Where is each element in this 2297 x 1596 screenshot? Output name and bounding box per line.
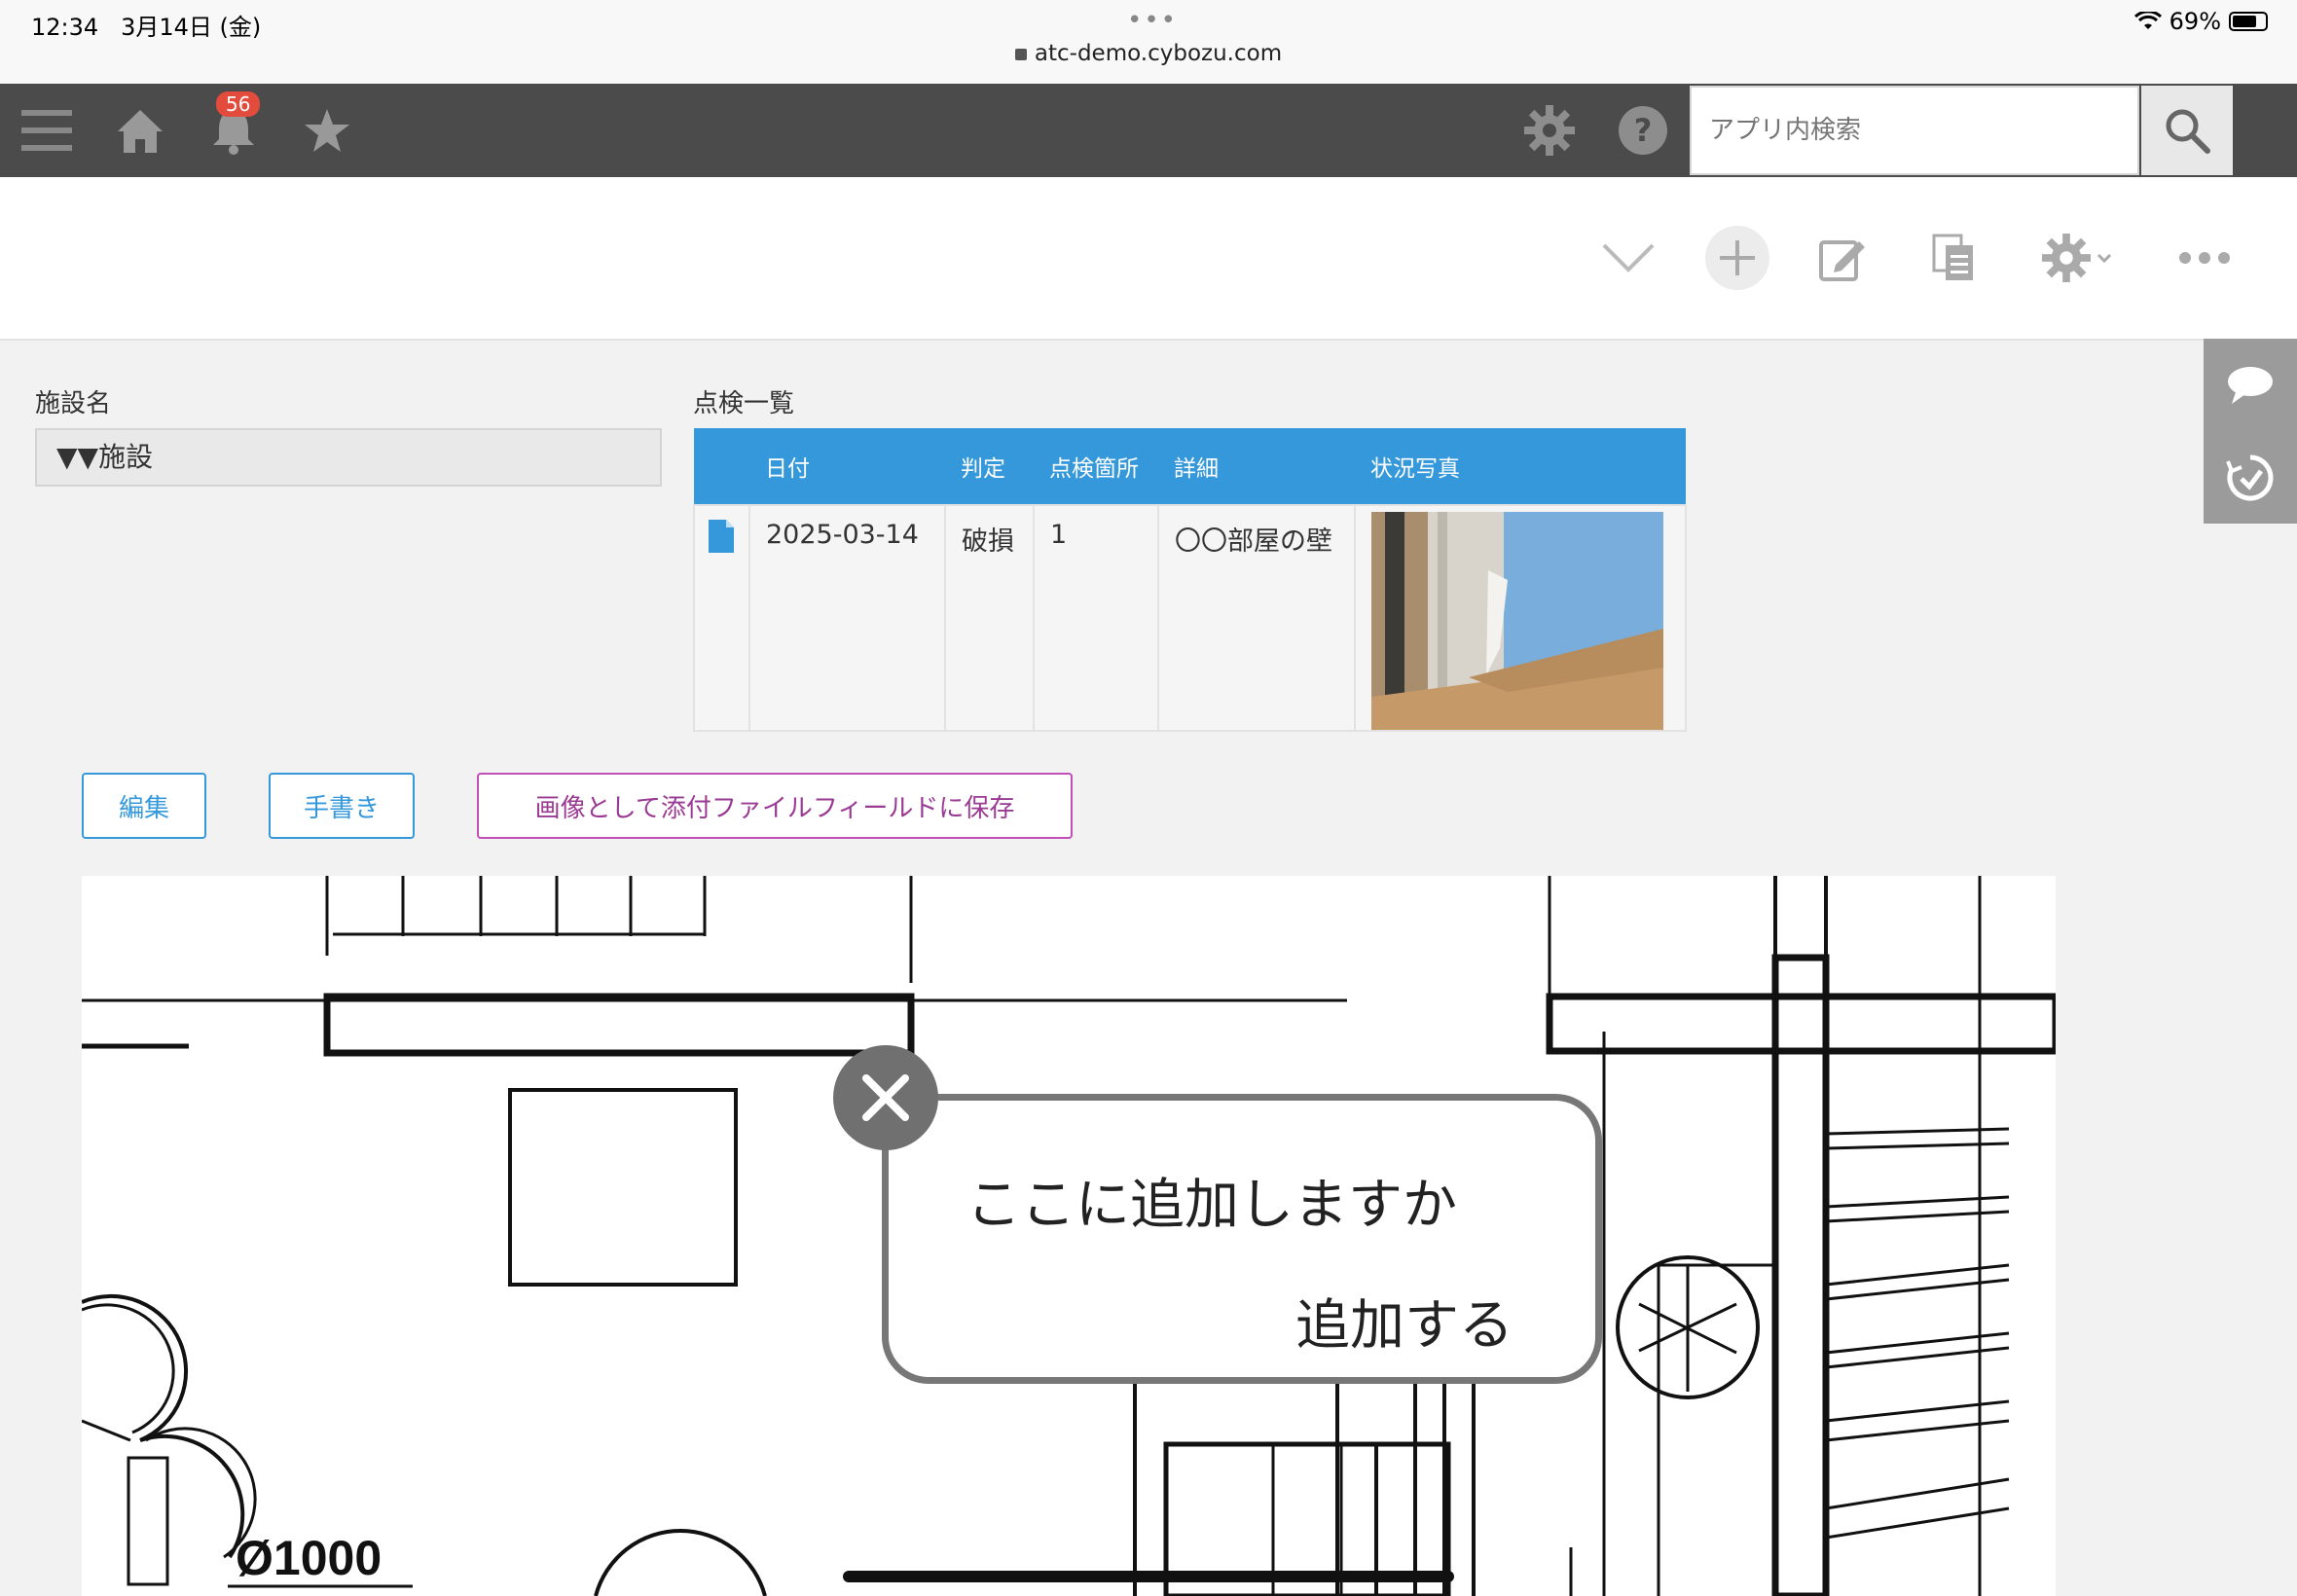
chevron-down-icon[interactable] [1596, 226, 1660, 290]
popup-question: ここに追加しますか [966, 1174, 1457, 1237]
search-icon [2166, 109, 2210, 154]
edit-record-icon[interactable] [1810, 226, 1875, 290]
edit-button[interactable]: 編集 [82, 773, 206, 839]
inspection-list-label: 点検一覧 [693, 389, 795, 418]
menu-icon[interactable] [0, 84, 93, 177]
comment-icon[interactable] [2204, 339, 2297, 431]
inspection-table: 日付 判定 点検箇所 詳細 状況写真 2025-03-14 破損 1 〇〇部屋の… [693, 428, 1687, 732]
status-indicators: 69% [2133, 8, 2268, 35]
table-header-detail: 詳細 [1158, 428, 1355, 505]
search-button[interactable] [2141, 86, 2233, 175]
date-cell: 2025-03-14 [748, 504, 946, 732]
star-icon[interactable] [280, 84, 374, 177]
url-text: atc-demo.cybozu.com [1034, 41, 1283, 66]
more-options-icon[interactable] [2172, 226, 2237, 290]
location-cell: 1 [1033, 504, 1159, 732]
help-icon[interactable]: ? [1596, 84, 1690, 177]
date-text: 3月14日 (金) [121, 14, 262, 41]
add-here-button[interactable]: 追加する [1295, 1282, 1513, 1360]
multitask-dots[interactable]: ••• [1127, 6, 1178, 35]
time-text: 12:34 [31, 14, 99, 41]
plus-icon [1720, 240, 1755, 275]
table-header-date: 日付 [749, 428, 945, 505]
record-link-cell[interactable] [693, 504, 750, 732]
lock-icon [1014, 49, 1027, 60]
caret-down-icon [2096, 253, 2112, 263]
battery-text: 69% [2169, 8, 2221, 35]
facility-field: ▼▼施設 [35, 428, 662, 487]
history-icon[interactable] [2204, 431, 2297, 524]
home-icon[interactable] [93, 84, 187, 177]
home-indicator[interactable] [843, 1571, 1454, 1582]
status-time: 12:34 3月14日 (金) [31, 8, 261, 42]
add-record-button[interactable] [1705, 226, 1769, 290]
gear-icon[interactable] [1503, 84, 1596, 177]
dimension-label: Ø1000 [236, 1531, 382, 1585]
app-search [1690, 86, 2139, 175]
detail-cell: 〇〇部屋の壁 [1157, 504, 1356, 732]
gear-icon [2042, 234, 2091, 282]
wifi-icon [2133, 12, 2162, 29]
document-icon[interactable] [709, 520, 734, 553]
battery-icon [2229, 12, 2268, 31]
photo-cell[interactable] [1354, 504, 1687, 732]
svg-text:?: ? [1634, 112, 1653, 149]
save-as-image-button[interactable]: 画像として添付ファイルフィールドに保存 [477, 773, 1073, 839]
duplicate-record-icon[interactable] [1921, 226, 1986, 290]
damage-photo[interactable] [1371, 512, 1663, 730]
table-row: 2025-03-14 破損 1 〇〇部屋の壁 [693, 504, 1687, 732]
record-toolbar [0, 177, 2297, 341]
close-icon [862, 1074, 909, 1121]
table-header-judgement: 判定 [945, 428, 1034, 505]
notification-badge: 56 [216, 91, 261, 117]
table-header-blank [694, 428, 749, 505]
url-bar[interactable]: atc-demo.cybozu.com [0, 41, 2297, 66]
handwrite-button[interactable]: 手書き [269, 773, 415, 839]
add-confirm-popup: ここに追加しますか 追加する [882, 1094, 1602, 1384]
popup-close-button[interactable] [833, 1045, 938, 1150]
status-bar: 12:34 3月14日 (金) ••• atc-demo.cybozu.com … [0, 0, 2297, 84]
search-input[interactable] [1692, 88, 2137, 173]
record-settings-button[interactable] [2030, 226, 2124, 290]
table-header-photo: 状況写真 [1355, 428, 1686, 505]
table-header-location: 点検箇所 [1034, 428, 1158, 505]
judgement-cell: 破損 [944, 504, 1035, 732]
facility-label: 施設名 [35, 389, 112, 418]
side-panel [2204, 339, 2297, 524]
table-header-row: 日付 判定 点検箇所 詳細 状況写真 [694, 428, 1686, 505]
